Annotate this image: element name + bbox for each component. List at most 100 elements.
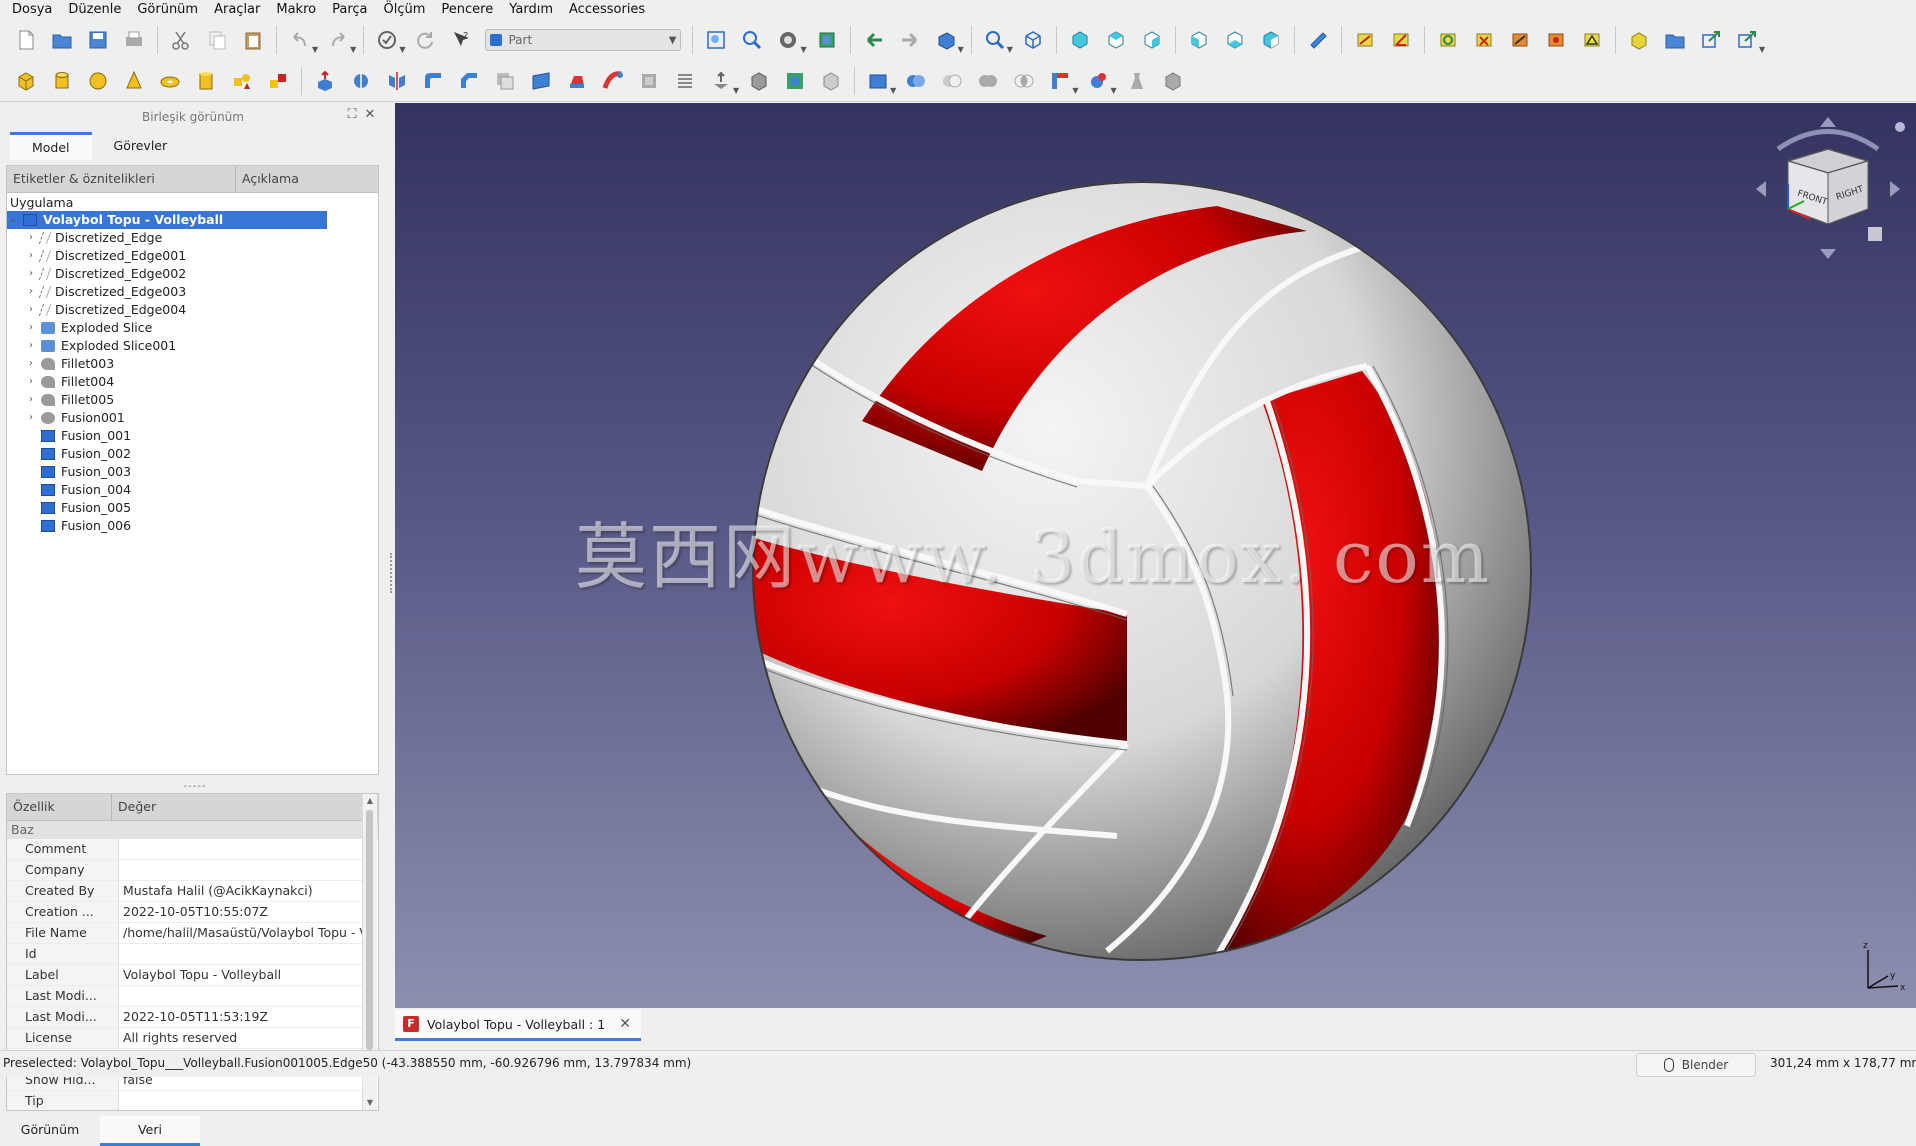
nav-arrow-down-icon[interactable] [1820, 249, 1836, 259]
tab-tasks[interactable]: Görevler [92, 132, 190, 160]
link-actions-icon[interactable] [1732, 25, 1762, 55]
tree-header-labels[interactable]: Etiketler & öznitelikleri [7, 166, 236, 192]
measure-clear-icon[interactable] [1469, 25, 1499, 55]
tree-item[interactable]: › Exploded Slice001 [7, 337, 378, 355]
property-value[interactable]: All rights reserved [119, 1028, 378, 1048]
tree-header-description[interactable]: Açıklama [236, 166, 299, 192]
loft-icon[interactable] [562, 66, 592, 96]
measure-refresh-icon[interactable] [1433, 25, 1463, 55]
view-fit-icon[interactable] [980, 25, 1010, 55]
menu-olcum[interactable]: Ölçüm [376, 0, 434, 20]
menu-dosya[interactable]: Dosya [4, 0, 60, 20]
expand-arrow-icon[interactable]: › [25, 355, 37, 373]
property-row[interactable]: Last Modi... 2022-10-05T11:53:19Z [7, 1007, 378, 1028]
draw-style-dropdown-icon[interactable]: ▼ [800, 45, 806, 60]
ruled-surface-icon[interactable] [526, 66, 556, 96]
compound-dropdown-icon[interactable]: ▼ [890, 86, 896, 101]
tube-icon[interactable] [191, 66, 221, 96]
workbench-select[interactable]: Part ▼ [485, 29, 682, 51]
float-panel-icon[interactable]: ⛶ [344, 107, 360, 123]
expand-arrow-icon[interactable]: › [25, 301, 37, 319]
create-group-icon[interactable] [1660, 25, 1690, 55]
isometric-view-icon[interactable] [1018, 25, 1048, 55]
shape-builder-icon[interactable] [263, 66, 293, 96]
menu-araclar[interactable]: Araçlar [206, 0, 268, 20]
document-tab[interactable]: F Volaybol Topu - Volleyball : 1 ✕ [395, 1010, 641, 1041]
measure-linear-icon[interactable] [1350, 25, 1380, 55]
sphere-icon[interactable] [83, 66, 113, 96]
top-view-icon[interactable] [1101, 25, 1131, 55]
tree-item[interactable]: › Discretized_Edge003 [7, 283, 378, 301]
nav-arrow-right-icon[interactable] [1890, 181, 1900, 197]
left-view-icon[interactable] [1256, 25, 1286, 55]
new-document-button[interactable] [11, 25, 41, 55]
property-row[interactable]: Company [7, 860, 378, 881]
forward-arrow-icon[interactable] [895, 25, 925, 55]
attachment-icon[interactable] [816, 66, 846, 96]
bottom-view-icon[interactable] [1220, 25, 1250, 55]
open-folder-button[interactable] [47, 25, 77, 55]
cone-icon[interactable] [119, 66, 149, 96]
property-row[interactable]: Creation ... 2022-10-05T10:55:07Z [7, 902, 378, 923]
tree-item[interactable]: › Discretized_Edge001 [7, 247, 378, 265]
view-fit-dropdown-icon[interactable]: ▼ [1007, 45, 1013, 60]
property-row[interactable]: Label Volaybol Topu - Volleyball [7, 965, 378, 986]
rear-view-icon[interactable] [1184, 25, 1214, 55]
view-menu-cube-icon[interactable] [1868, 227, 1882, 241]
front-view-icon[interactable] [1065, 25, 1095, 55]
tab-view[interactable]: Görünüm [0, 1116, 100, 1146]
macro-record-icon[interactable] [372, 25, 402, 55]
tree-item[interactable]: Fusion_003 [7, 463, 378, 481]
property-header-value[interactable]: Değer [112, 794, 156, 820]
navigation-style-button[interactable]: Blender [1636, 1053, 1756, 1077]
property-value[interactable] [119, 944, 378, 964]
undo-icon[interactable] [285, 25, 315, 55]
std-views-dropdown-icon[interactable]: ▼ [958, 45, 964, 60]
nav-menu-icon[interactable] [1895, 122, 1905, 132]
offset-icon[interactable] [706, 66, 736, 96]
save-button[interactable] [83, 25, 113, 55]
tree-root-document[interactable]: ⌄ Volaybol Topu - Volleyball [7, 211, 327, 229]
tree-item[interactable]: Fusion_001 [7, 427, 378, 445]
extrude-icon[interactable] [310, 66, 340, 96]
menu-parca[interactable]: Parça [324, 0, 375, 20]
join-dropdown-icon[interactable]: ▼ [1072, 86, 1078, 101]
property-value[interactable]: /home/halil/Masaüstü/Volaybol Topu - V..… [119, 923, 378, 943]
property-header-name[interactable]: Özellik [7, 794, 112, 820]
cube-icon[interactable] [11, 66, 41, 96]
property-row[interactable]: Comment [7, 839, 378, 860]
cylinder-icon[interactable] [47, 66, 77, 96]
scroll-down-icon[interactable]: ▼ [363, 1096, 377, 1110]
tree-item[interactable]: › Discretized_Edge [7, 229, 378, 247]
mirror-icon[interactable] [382, 66, 412, 96]
property-value[interactable] [119, 860, 378, 880]
property-value[interactable]: 2022-10-05T11:53:19Z [119, 1007, 378, 1027]
tab-model[interactable]: Model [10, 132, 92, 160]
menu-pencere[interactable]: Pencere [433, 0, 501, 20]
undo-dropdown-icon[interactable]: ▼ [312, 45, 318, 60]
menu-duzenle[interactable]: Düzenle [60, 0, 129, 20]
rotate-arc-icon[interactable] [1776, 129, 1880, 152]
back-arrow-icon[interactable] [859, 25, 889, 55]
close-panel-icon[interactable]: ✕ [362, 107, 378, 123]
make-face-icon[interactable] [490, 66, 520, 96]
expand-arrow-icon[interactable]: › [25, 391, 37, 409]
fit-all-icon[interactable] [701, 25, 731, 55]
nav-arrow-left-icon[interactable] [1756, 181, 1766, 197]
close-tab-icon[interactable]: ✕ [619, 1016, 631, 1032]
measure-icon[interactable] [1303, 25, 1333, 55]
check-geometry-icon[interactable] [1122, 66, 1152, 96]
tree-item[interactable]: › Exploded Slice [7, 319, 378, 337]
bounding-box-icon[interactable] [812, 25, 842, 55]
revolve-icon[interactable] [346, 66, 376, 96]
expand-arrow-icon[interactable]: › [25, 247, 37, 265]
section-icon[interactable] [634, 66, 664, 96]
property-row[interactable]: Created By Mustafa Halil (@AcikKaynakci) [7, 881, 378, 902]
tree-item[interactable]: › Fusion001 [7, 409, 378, 427]
menu-makro[interactable]: Makro [268, 0, 324, 20]
vertical-splitter[interactable] [388, 103, 395, 1007]
expand-arrow-icon[interactable]: › [25, 229, 37, 247]
copy-icon[interactable] [202, 25, 232, 55]
compound-icon[interactable] [863, 66, 893, 96]
tree-item[interactable]: › Discretized_Edge002 [7, 265, 378, 283]
